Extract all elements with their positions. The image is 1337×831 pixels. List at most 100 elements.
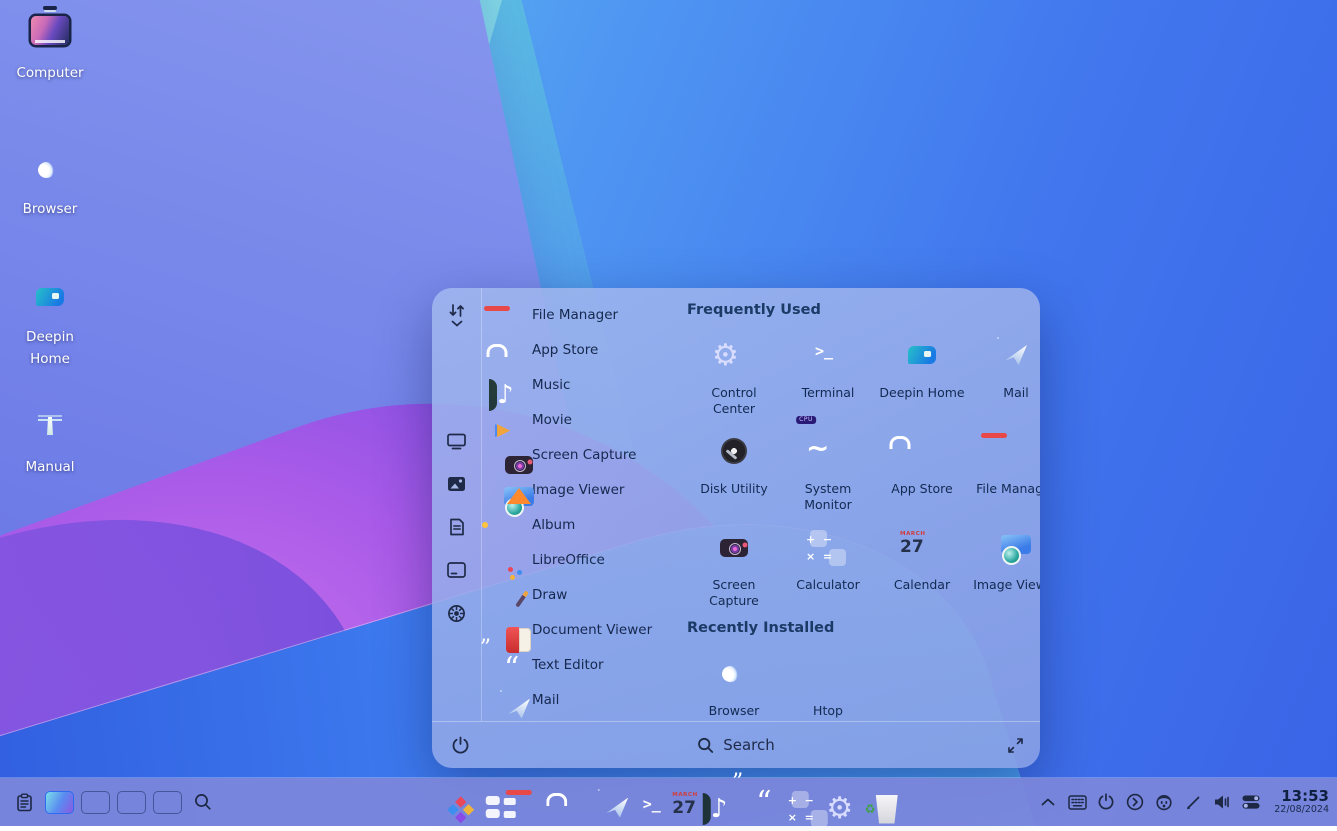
file-manager-icon [497,303,521,327]
launcher-grid-area: Frequently Used Control Center Terminal … [665,288,1040,721]
dock-terminal-icon[interactable] [634,787,665,818]
workspace-4[interactable] [153,791,182,814]
launcher-app-list: File Manager App Store Music Movie Scree… [482,288,665,721]
app-label: Image Viewer [973,577,1040,593]
chevron-down-icon [451,320,463,327]
tray-support-icon[interactable] [1154,792,1174,812]
app-label: Draw [532,587,567,603]
grid-app-terminal[interactable]: Terminal [781,326,875,422]
workspace-3[interactable] [117,791,146,814]
app-store-icon [900,430,944,474]
grid-app-mail[interactable]: Mail [969,326,1040,422]
sort-mode-button[interactable] [448,303,466,327]
taskbar: MARCH27 [0,778,1337,826]
terminal-icon [806,334,850,378]
mail-icon [497,688,521,712]
desktop-icon-manual[interactable]: Manual [12,406,88,479]
grid-app-calendar[interactable]: MARCH27 Calendar [875,518,969,614]
list-item-draw[interactable]: Draw [497,581,665,608]
tray-pen-icon[interactable] [1183,792,1203,812]
grid-app-screen-capture[interactable]: Screen Capture [687,518,781,614]
app-label: File Manager [976,481,1040,497]
dock-launcher-icon[interactable] [441,787,472,818]
grid-app-calculator[interactable]: Calculator [781,518,875,614]
tray-toggles-icon[interactable] [1241,792,1261,812]
document-viewer-icon [497,618,521,642]
tray-power-icon[interactable] [1096,792,1116,812]
category-video-icon[interactable] [447,431,467,451]
list-item-text-editor[interactable]: Text Editor [497,651,665,678]
grid-app-system-monitor[interactable]: CPU System Monitor [781,422,875,518]
grid-app-file-manager[interactable]: File Manager [969,422,1040,518]
movie-icon [497,408,521,432]
workspace-1[interactable] [45,791,74,814]
dock-app-store-icon[interactable] [557,787,588,818]
dock-text-editor-icon[interactable] [749,787,780,818]
dock-calculator-icon[interactable] [788,787,819,818]
disk-utility-icon [712,430,756,474]
list-item-screen-capture[interactable]: Screen Capture [497,441,665,468]
section-title-frequently-used: Frequently Used [687,302,1034,318]
desktop-icon-computer[interactable]: Computer [12,12,88,85]
launcher-search-field[interactable]: Search [697,736,775,754]
shutdown-button[interactable] [451,736,470,755]
control-center-icon [712,334,756,378]
category-terminal-icon[interactable] [447,560,467,580]
launcher-panel: File Manager App Store Music Movie Scree… [432,288,1040,768]
section-title-recently-installed: Recently Installed [687,620,1034,636]
image-viewer-icon [994,526,1038,570]
dock-mail-icon[interactable] [595,787,626,818]
app-label: App Store [532,342,598,358]
list-item-file-manager[interactable]: File Manager [497,301,665,328]
list-item-app-store[interactable]: App Store [497,336,665,363]
search-icon [697,737,714,754]
frequently-used-grid: Control Center Terminal Deepin Home Mail… [687,326,1034,614]
app-label: Calendar [894,577,950,593]
list-item-libreoffice[interactable]: LibreOffice [497,546,665,573]
app-label: Control Center [691,385,777,418]
list-item-movie[interactable]: Movie [497,406,665,433]
dock-control-center-icon[interactable] [826,787,857,818]
expand-icon [1007,737,1024,754]
dock-calendar-icon[interactable]: MARCH27 [672,787,703,818]
workspace-2[interactable] [81,791,110,814]
draw-icon [497,583,521,607]
browser-icon [28,148,72,192]
clipboard-icon[interactable] [14,792,34,812]
grid-app-image-viewer[interactable]: Image Viewer [969,518,1040,614]
grid-app-app-store[interactable]: App Store [875,422,969,518]
grid-app-htop[interactable]: Htop [781,644,875,721]
category-graphics-icon[interactable] [447,474,467,494]
desktop-icon-browser[interactable]: Browser [12,148,88,221]
category-document-icon[interactable] [447,517,467,537]
screen-capture-icon [712,526,756,570]
fullscreen-expand-button[interactable] [1007,737,1024,754]
list-item-album[interactable]: Album [497,511,665,538]
list-item-mail[interactable]: Mail [497,686,665,713]
grid-app-disk-utility[interactable]: Disk Utility [687,422,781,518]
htop-icon [806,652,850,696]
dock-trash-icon[interactable] [865,787,896,818]
category-system-icon[interactable] [447,603,467,623]
clock-datetime[interactable]: 13:53 22/08/2024 [1274,788,1329,816]
power-icon [451,736,470,755]
list-item-document-viewer[interactable]: Document Viewer [497,616,665,643]
taskbar-left [14,778,213,826]
grid-app-deepin-home[interactable]: Deepin Home [875,326,969,422]
app-label: App Store [891,481,952,497]
mail-icon [994,334,1038,378]
tray-keyboard-icon[interactable] [1067,792,1087,812]
list-item-music[interactable]: Music [497,371,665,398]
grid-app-control-center[interactable]: Control Center [687,326,781,422]
grid-app-browser[interactable]: Browser [687,644,781,721]
tray-volume-icon[interactable] [1212,792,1232,812]
grand-search-icon[interactable] [193,792,213,812]
app-store-icon [497,338,521,362]
tray-updates-arrow-icon[interactable] [1125,792,1145,812]
sort-arrows-icon [448,303,466,319]
text-editor-icon [497,653,521,677]
desktop-icon-deepin-home[interactable]: Deepin Home [12,276,88,370]
app-label: Htop [813,703,843,719]
tray-collapse-chevron-icon[interactable] [1038,792,1058,812]
dock-file-manager-icon[interactable] [518,787,549,818]
